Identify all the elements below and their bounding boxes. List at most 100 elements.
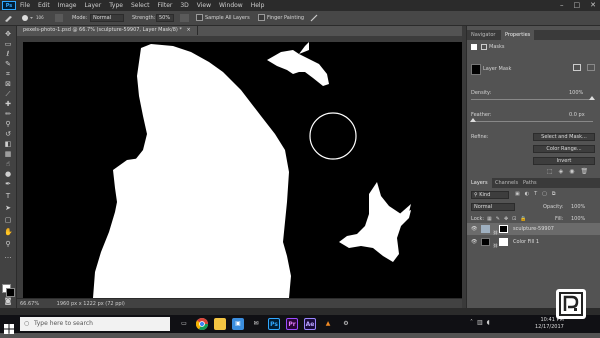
photoshop-taskbar-icon[interactable]: Ps bbox=[268, 318, 280, 330]
store-icon[interactable]: ▣ bbox=[232, 318, 244, 330]
after-effects-taskbar-icon[interactable]: Ae bbox=[304, 318, 316, 330]
menu-filter[interactable]: Filter bbox=[158, 0, 173, 11]
brush-tool-icon[interactable]: ✏ bbox=[4, 110, 12, 118]
finger-painting-checkbox[interactable] bbox=[258, 14, 265, 21]
crop-tool-icon[interactable]: ⌗ bbox=[4, 70, 12, 78]
menu-image[interactable]: Image bbox=[58, 0, 77, 11]
layer-mask-thumbnail[interactable] bbox=[499, 225, 508, 233]
move-tool-icon[interactable]: ✥ bbox=[4, 30, 12, 38]
menu-file[interactable]: File bbox=[20, 0, 30, 11]
dodge-tool-icon[interactable]: ● bbox=[4, 170, 12, 178]
pixel-mask-icon[interactable] bbox=[471, 44, 477, 50]
task-view-icon[interactable]: ▭ bbox=[178, 318, 190, 330]
feather-slider-handle[interactable] bbox=[470, 118, 476, 122]
invert-button[interactable]: Invert bbox=[533, 157, 595, 165]
lock-position-icon[interactable]: ✥ bbox=[504, 216, 508, 222]
menu-layer[interactable]: Layer bbox=[84, 0, 101, 11]
sample-all-layers-option[interactable]: Sample All Layers bbox=[196, 14, 250, 22]
visibility-eye-icon[interactable]: 👁 bbox=[471, 236, 477, 248]
more-tools-icon[interactable]: … bbox=[4, 252, 12, 260]
smudge-tool-active-icon[interactable]: ☝ bbox=[4, 160, 12, 168]
strength-input[interactable]: 50% bbox=[156, 14, 174, 22]
brush-preset-picker[interactable] bbox=[20, 14, 34, 22]
frame-tool-icon[interactable]: ⊠ bbox=[4, 80, 12, 88]
pressure-strength-icon[interactable] bbox=[180, 14, 189, 22]
document-canvas[interactable] bbox=[23, 42, 462, 298]
delete-mask-icon[interactable]: 🗑 bbox=[581, 168, 589, 175]
lasso-tool-icon[interactable]: ℓ bbox=[4, 50, 12, 58]
vector-mask-icon[interactable] bbox=[481, 44, 487, 50]
lock-image-icon[interactable]: ✎ bbox=[496, 216, 500, 222]
vlc-icon[interactable]: ▲ bbox=[322, 318, 334, 330]
visibility-eye-icon[interactable]: 👁 bbox=[471, 223, 477, 235]
select-pixel-mask-button[interactable] bbox=[573, 64, 581, 71]
density-slider[interactable] bbox=[471, 99, 593, 100]
filter-pixel-icon[interactable]: ▣ bbox=[515, 191, 520, 197]
layer-row-color-fill[interactable]: 👁 ⛓ Color Fill 1 bbox=[467, 236, 600, 248]
hand-tool-icon[interactable]: ✋ bbox=[4, 228, 13, 236]
gradient-tool-icon[interactable]: ▦ bbox=[4, 150, 12, 158]
mode-select[interactable]: Normal bbox=[90, 14, 124, 22]
tab-paths[interactable]: Paths bbox=[519, 178, 541, 188]
lock-artboard-icon[interactable]: ⊡ bbox=[512, 216, 516, 222]
blend-mode-select[interactable]: Normal bbox=[471, 203, 515, 211]
premiere-taskbar-icon[interactable]: Pr bbox=[286, 318, 298, 330]
tab-channels[interactable]: Channels bbox=[491, 178, 522, 188]
rectangle-tool-icon[interactable]: ▢ bbox=[4, 216, 12, 224]
lock-all-icon[interactable]: 🔒 bbox=[520, 216, 526, 222]
filter-shape-icon[interactable]: ▢ bbox=[542, 191, 547, 197]
layer-row-sculpture[interactable]: 👁 ⛓ sculpture-59907 bbox=[467, 223, 600, 235]
menu-help[interactable]: Help bbox=[251, 0, 265, 11]
density-value[interactable]: 100% bbox=[569, 90, 583, 96]
menu-edit[interactable]: Edit bbox=[38, 0, 50, 11]
chevron-up-icon[interactable]: ˄ bbox=[470, 319, 473, 326]
mail-icon[interactable]: ✉ bbox=[250, 318, 262, 330]
pen-tool-icon[interactable]: ✒ bbox=[4, 180, 12, 188]
healing-brush-tool-icon[interactable]: ✚ bbox=[4, 100, 12, 108]
feather-slider[interactable] bbox=[471, 121, 593, 122]
select-vector-mask-button[interactable] bbox=[587, 64, 595, 71]
close-tab-icon[interactable]: × bbox=[187, 27, 191, 33]
quick-select-tool-icon[interactable]: ✎ bbox=[4, 60, 12, 68]
zoom-tool-icon[interactable]: ⚲ bbox=[4, 240, 12, 248]
brush-angle-icon[interactable] bbox=[310, 14, 318, 22]
menu-select[interactable]: Select bbox=[131, 0, 150, 11]
maximize-button[interactable]: □ bbox=[574, 0, 581, 11]
fill-value[interactable]: 100% bbox=[571, 216, 585, 222]
network-icon[interactable]: ▥ bbox=[477, 319, 483, 326]
menu-window[interactable]: Window bbox=[219, 0, 243, 11]
document-tab[interactable]: pexels-photo-1.psd @ 66.7% (sculpture-59… bbox=[17, 26, 198, 35]
tab-properties[interactable]: Properties bbox=[501, 30, 535, 40]
minimize-button[interactable]: – bbox=[560, 0, 564, 11]
clone-stamp-tool-icon[interactable]: ⚲ bbox=[4, 120, 12, 128]
volume-icon[interactable]: ◖ bbox=[487, 319, 490, 326]
sample-all-layers-checkbox[interactable] bbox=[196, 14, 203, 21]
brush-settings-icon[interactable] bbox=[55, 14, 63, 22]
background-color-swatch[interactable] bbox=[6, 288, 15, 297]
type-tool-icon[interactable]: T bbox=[4, 192, 12, 200]
tab-layers[interactable]: Layers bbox=[467, 178, 492, 188]
feather-value[interactable]: 0.0 px bbox=[569, 112, 585, 118]
link-icon[interactable]: ⛓ bbox=[493, 240, 498, 252]
apply-mask-icon[interactable]: ◈ bbox=[559, 168, 564, 175]
close-button[interactable]: ✕ bbox=[590, 0, 596, 11]
lock-transparent-icon[interactable]: ▦ bbox=[487, 216, 492, 222]
eyedropper-tool-icon[interactable]: ⟋ bbox=[4, 90, 12, 98]
load-selection-icon[interactable]: ⬚ bbox=[547, 168, 553, 175]
filter-adjustment-icon[interactable]: ◐ bbox=[525, 191, 529, 197]
density-slider-handle[interactable] bbox=[589, 96, 595, 100]
quick-mask-icon[interactable]: ◙ bbox=[4, 297, 12, 305]
history-brush-tool-icon[interactable]: ↺ bbox=[4, 130, 12, 138]
menu-view[interactable]: View bbox=[197, 0, 211, 11]
chrome-icon[interactable] bbox=[195, 318, 208, 331]
zoom-level[interactable]: 66.67% bbox=[20, 301, 39, 307]
marquee-tool-icon[interactable]: ▭ bbox=[4, 40, 12, 48]
layer-filter-select[interactable]: ⚲ Kind bbox=[471, 191, 509, 199]
windows-start-icon[interactable] bbox=[4, 319, 14, 334]
select-and-mask-button[interactable]: Select and Mask... bbox=[533, 133, 595, 141]
filter-type-icon[interactable]: T bbox=[534, 191, 537, 197]
clock[interactable]: 10:41 PM 12/17/2017 bbox=[535, 317, 564, 331]
menu-type[interactable]: Type bbox=[109, 0, 123, 11]
opacity-value[interactable]: 100% bbox=[571, 204, 585, 210]
smudge-tool-icon[interactable] bbox=[4, 14, 14, 22]
